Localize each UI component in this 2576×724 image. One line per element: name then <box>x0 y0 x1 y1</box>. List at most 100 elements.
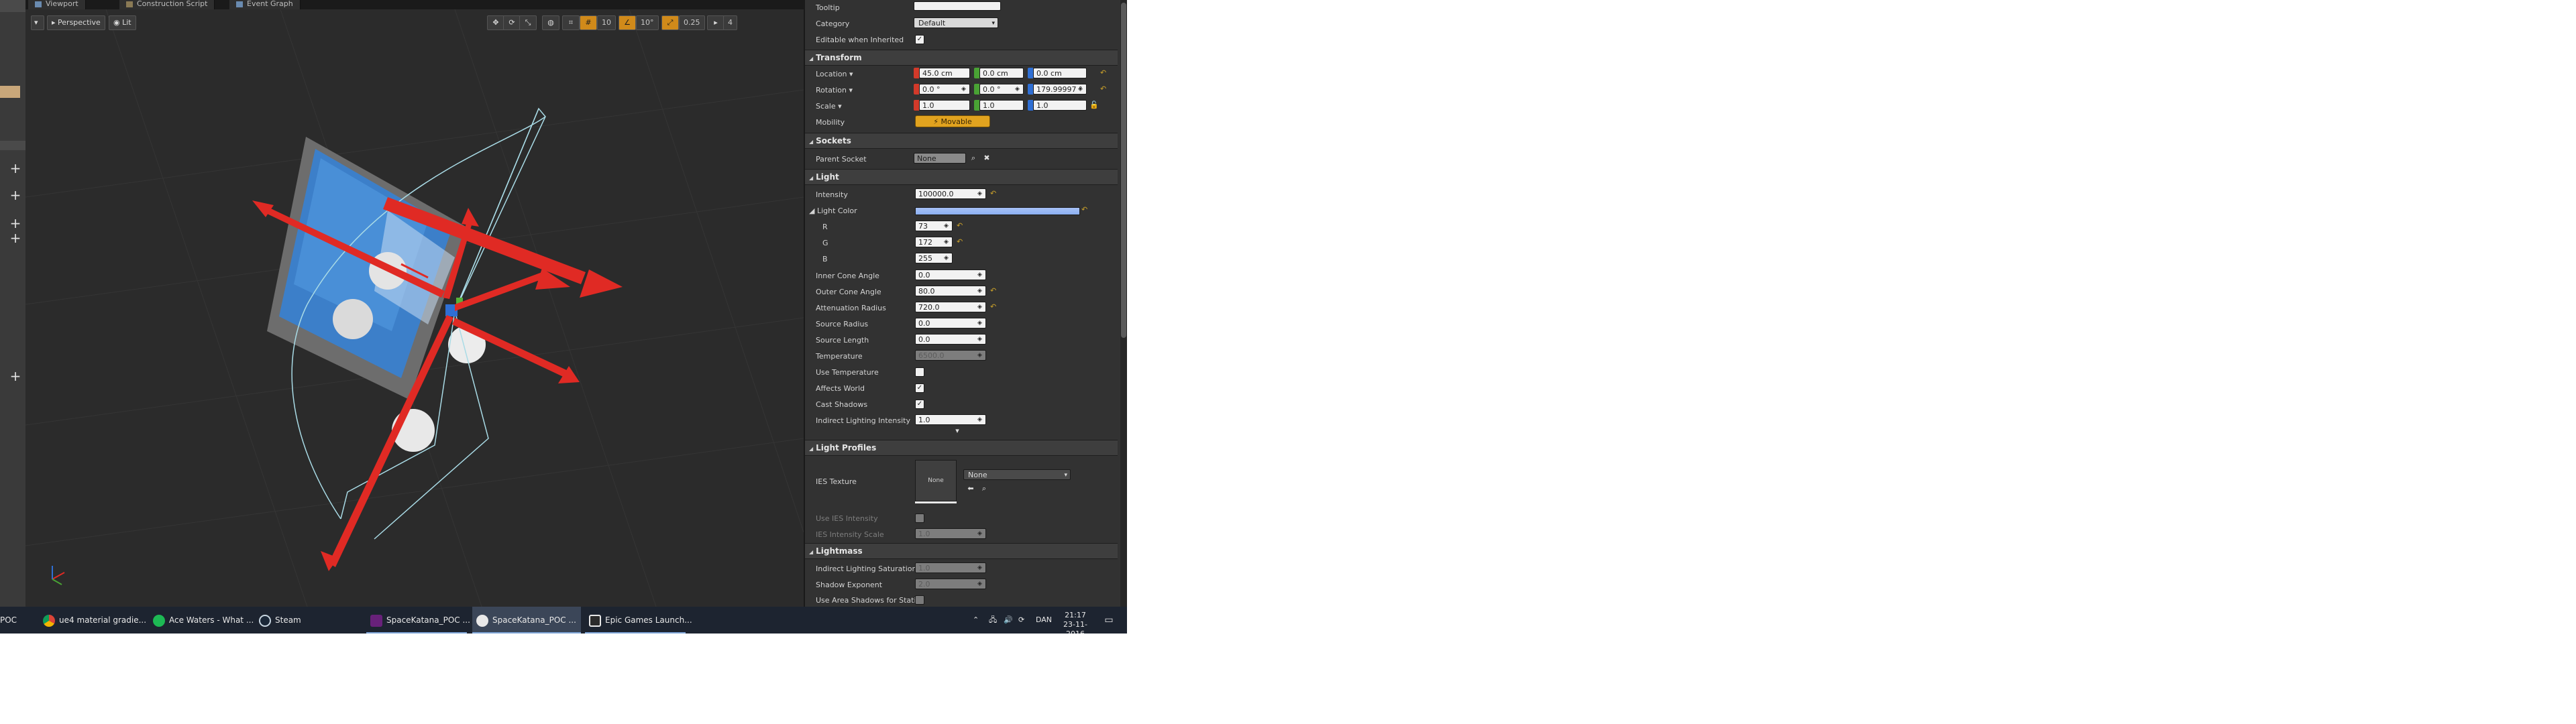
ies-intensity-scale-field[interactable]: 1.0 ◈ <box>915 528 986 539</box>
reset-icon[interactable]: ↶ <box>957 222 963 229</box>
camera-speed-icon[interactable]: ▸ <box>707 15 724 30</box>
rotation-z-field[interactable]: 179.99997 ° ◈ <box>1033 84 1087 95</box>
reset-icon[interactable]: ↶ <box>1100 85 1107 93</box>
category-dropdown[interactable]: Default ▾ <box>914 17 998 28</box>
scale-snap-value[interactable]: 0.25 <box>679 15 705 30</box>
location-x-field[interactable]: 45.0 cm <box>919 68 970 78</box>
grid-snap-icon[interactable]: # <box>580 15 597 30</box>
use-selected-icon[interactable]: ⬅ <box>966 484 975 493</box>
use-area-shadows-checkbox[interactable] <box>915 595 924 605</box>
rotation-y-field[interactable]: 0.0 ° ◈ <box>979 84 1024 95</box>
clock[interactable]: 21:17 23-11-2016 <box>1055 611 1095 634</box>
attenuation-radius-field[interactable]: 720.0 ◈ <box>915 302 986 312</box>
spinner-icon[interactable]: ◈ <box>1078 86 1085 93</box>
temperature-field[interactable]: 6500.0 ◈ <box>915 350 986 361</box>
taskbar-item-chrome[interactable]: ue4 material gradie... <box>39 607 150 634</box>
tab-event-graph[interactable]: Event Graph <box>229 0 301 9</box>
reset-icon[interactable]: ↶ <box>1081 206 1088 213</box>
spinner-icon[interactable]: ◈ <box>944 255 951 261</box>
reset-icon[interactable]: ↶ <box>990 303 997 310</box>
scale-snap-icon[interactable]: ⤢ <box>661 15 679 30</box>
spinner-icon[interactable]: ◈ <box>944 223 951 229</box>
light-section-header[interactable]: ◢ Light <box>805 169 1118 185</box>
tab-viewport[interactable]: Viewport <box>28 0 86 9</box>
spinner-icon[interactable]: ◈ <box>944 239 951 245</box>
add-icon[interactable]: + <box>8 231 23 245</box>
light-color-swatch[interactable] <box>915 207 1080 215</box>
b-field[interactable]: 255 ◈ <box>915 253 953 263</box>
indirect-lighting-saturation-field[interactable]: 1.0 ◈ <box>915 562 986 573</box>
scale-x-field[interactable]: 1.0 <box>919 100 970 111</box>
add-icon[interactable]: + <box>8 161 23 176</box>
spinner-icon[interactable]: ◈ <box>977 352 984 359</box>
r-field[interactable]: 73 ◈ <box>915 221 953 231</box>
reset-icon[interactable]: ↶ <box>990 190 997 197</box>
transform-section-header[interactable]: ◢ Transform <box>805 50 1118 66</box>
viewport-menu-button[interactable]: ▾ <box>31 15 44 30</box>
spinner-icon[interactable]: ◈ <box>977 190 984 197</box>
left-panel-thumbnail[interactable] <box>0 86 20 98</box>
add-icon[interactable]: + <box>8 188 23 202</box>
rotation-label[interactable]: Rotation ▾ <box>816 86 853 95</box>
indirect-lighting-intensity-field[interactable]: 1.0 ◈ <box>915 414 986 425</box>
sockets-section-header[interactable]: ◢ Sockets <box>805 133 1118 149</box>
perspective-button[interactable]: ▸ Perspective <box>47 15 105 30</box>
scale-label[interactable]: Scale ▾ <box>816 102 842 111</box>
source-radius-field[interactable]: 0.0 ◈ <box>915 318 986 328</box>
rotation-x-field[interactable]: 0.0 ° ◈ <box>919 84 970 95</box>
search-icon[interactable]: ⌕ <box>969 154 978 163</box>
scale-tool-icon[interactable]: ⤡ <box>519 15 537 30</box>
intensity-field[interactable]: 100000.0 ◈ <box>915 188 986 199</box>
g-field[interactable]: 172 ◈ <box>915 237 953 247</box>
spinner-icon[interactable]: ◈ <box>961 86 968 93</box>
spinner-icon[interactable]: ◈ <box>977 581 984 587</box>
spinner-icon[interactable]: ◈ <box>977 272 984 278</box>
network-icon[interactable]: 🖧 <box>989 607 997 634</box>
viewport-scene[interactable] <box>25 9 804 607</box>
spinner-icon[interactable]: ◈ <box>977 564 984 571</box>
world-space-icon[interactable]: ◍ <box>542 15 559 30</box>
lock-icon[interactable]: 🔓 <box>1089 101 1099 110</box>
location-label[interactable]: Location ▾ <box>816 70 853 78</box>
show-hidden-icons[interactable]: ⌃ <box>973 607 979 634</box>
inner-cone-angle-field[interactable]: 0.0 ◈ <box>915 269 986 280</box>
reset-icon[interactable]: ↶ <box>957 238 963 245</box>
reset-icon[interactable]: ↶ <box>1100 69 1107 76</box>
scale-z-field[interactable]: 1.0 <box>1033 100 1087 111</box>
view-mode-button[interactable]: ◉ Lit <box>109 15 136 30</box>
spinner-icon[interactable]: ◈ <box>977 530 984 537</box>
scale-y-field[interactable]: 1.0 <box>979 100 1024 111</box>
shadow-exponent-field[interactable]: 2.0 ◈ <box>915 579 986 589</box>
lightmass-section-header[interactable]: ◢ Lightmass <box>805 543 1118 559</box>
light-profiles-section-header[interactable]: ◢ Light Profiles <box>805 440 1118 456</box>
spinner-icon[interactable]: ◈ <box>977 416 984 423</box>
taskbar-item-spotify[interactable]: Ace Waters - What ... <box>149 607 256 634</box>
spinner-icon[interactable]: ◈ <box>977 336 984 343</box>
notifications-icon[interactable]: ▭ <box>1100 612 1118 628</box>
taskbar-item-epic-launcher[interactable]: Epic Games Launch... <box>585 607 692 634</box>
rotation-snap-icon[interactable]: ∠ <box>619 15 636 30</box>
camera-speed-value[interactable]: 4 <box>723 15 737 30</box>
taskbar-item-poc[interactable]: POC <box>0 607 35 634</box>
editable-when-inherited-checkbox[interactable]: ✓ <box>915 35 924 44</box>
parent-socket-field[interactable]: None <box>914 153 966 164</box>
details-scrollbar-thumb[interactable] <box>1121 3 1126 338</box>
source-length-field[interactable]: 0.0 ◈ <box>915 334 986 345</box>
location-z-field[interactable]: 0.0 cm <box>1033 68 1087 78</box>
rotation-snap-value[interactable]: 10° <box>636 15 659 30</box>
taskbar-item-unreal-editor[interactable]: SpaceKatana_POC ... <box>472 607 581 634</box>
tooltip-field[interactable] <box>914 1 1001 11</box>
rotate-tool-icon[interactable]: ⟳ <box>503 15 521 30</box>
expand-advanced-icon[interactable]: ▾ <box>953 426 962 436</box>
tab-construction-script[interactable]: Construction Script <box>119 0 215 9</box>
grid-snap-value[interactable]: 10 <box>597 15 616 30</box>
spinner-icon[interactable]: ◈ <box>977 304 984 310</box>
viewport[interactable]: ▾ ▸ Perspective ◉ Lit ✥ ⟳ ⤡ ◍ ⌗ # 10 ∠ 1… <box>25 9 804 607</box>
cast-shadows-checkbox[interactable]: ✓ <box>915 400 924 409</box>
search-icon[interactable]: ⌕ <box>979 484 989 493</box>
clear-icon[interactable]: ✖ <box>982 154 991 163</box>
taskbar-item-steam[interactable]: Steam <box>255 607 360 634</box>
taskbar-item-visual-studio[interactable]: SpaceKatana_POC ... <box>366 607 471 634</box>
outer-cone-angle-field[interactable]: 80.0 ◈ <box>915 286 986 296</box>
light-color-label[interactable]: ◢ Light Color <box>809 206 857 215</box>
